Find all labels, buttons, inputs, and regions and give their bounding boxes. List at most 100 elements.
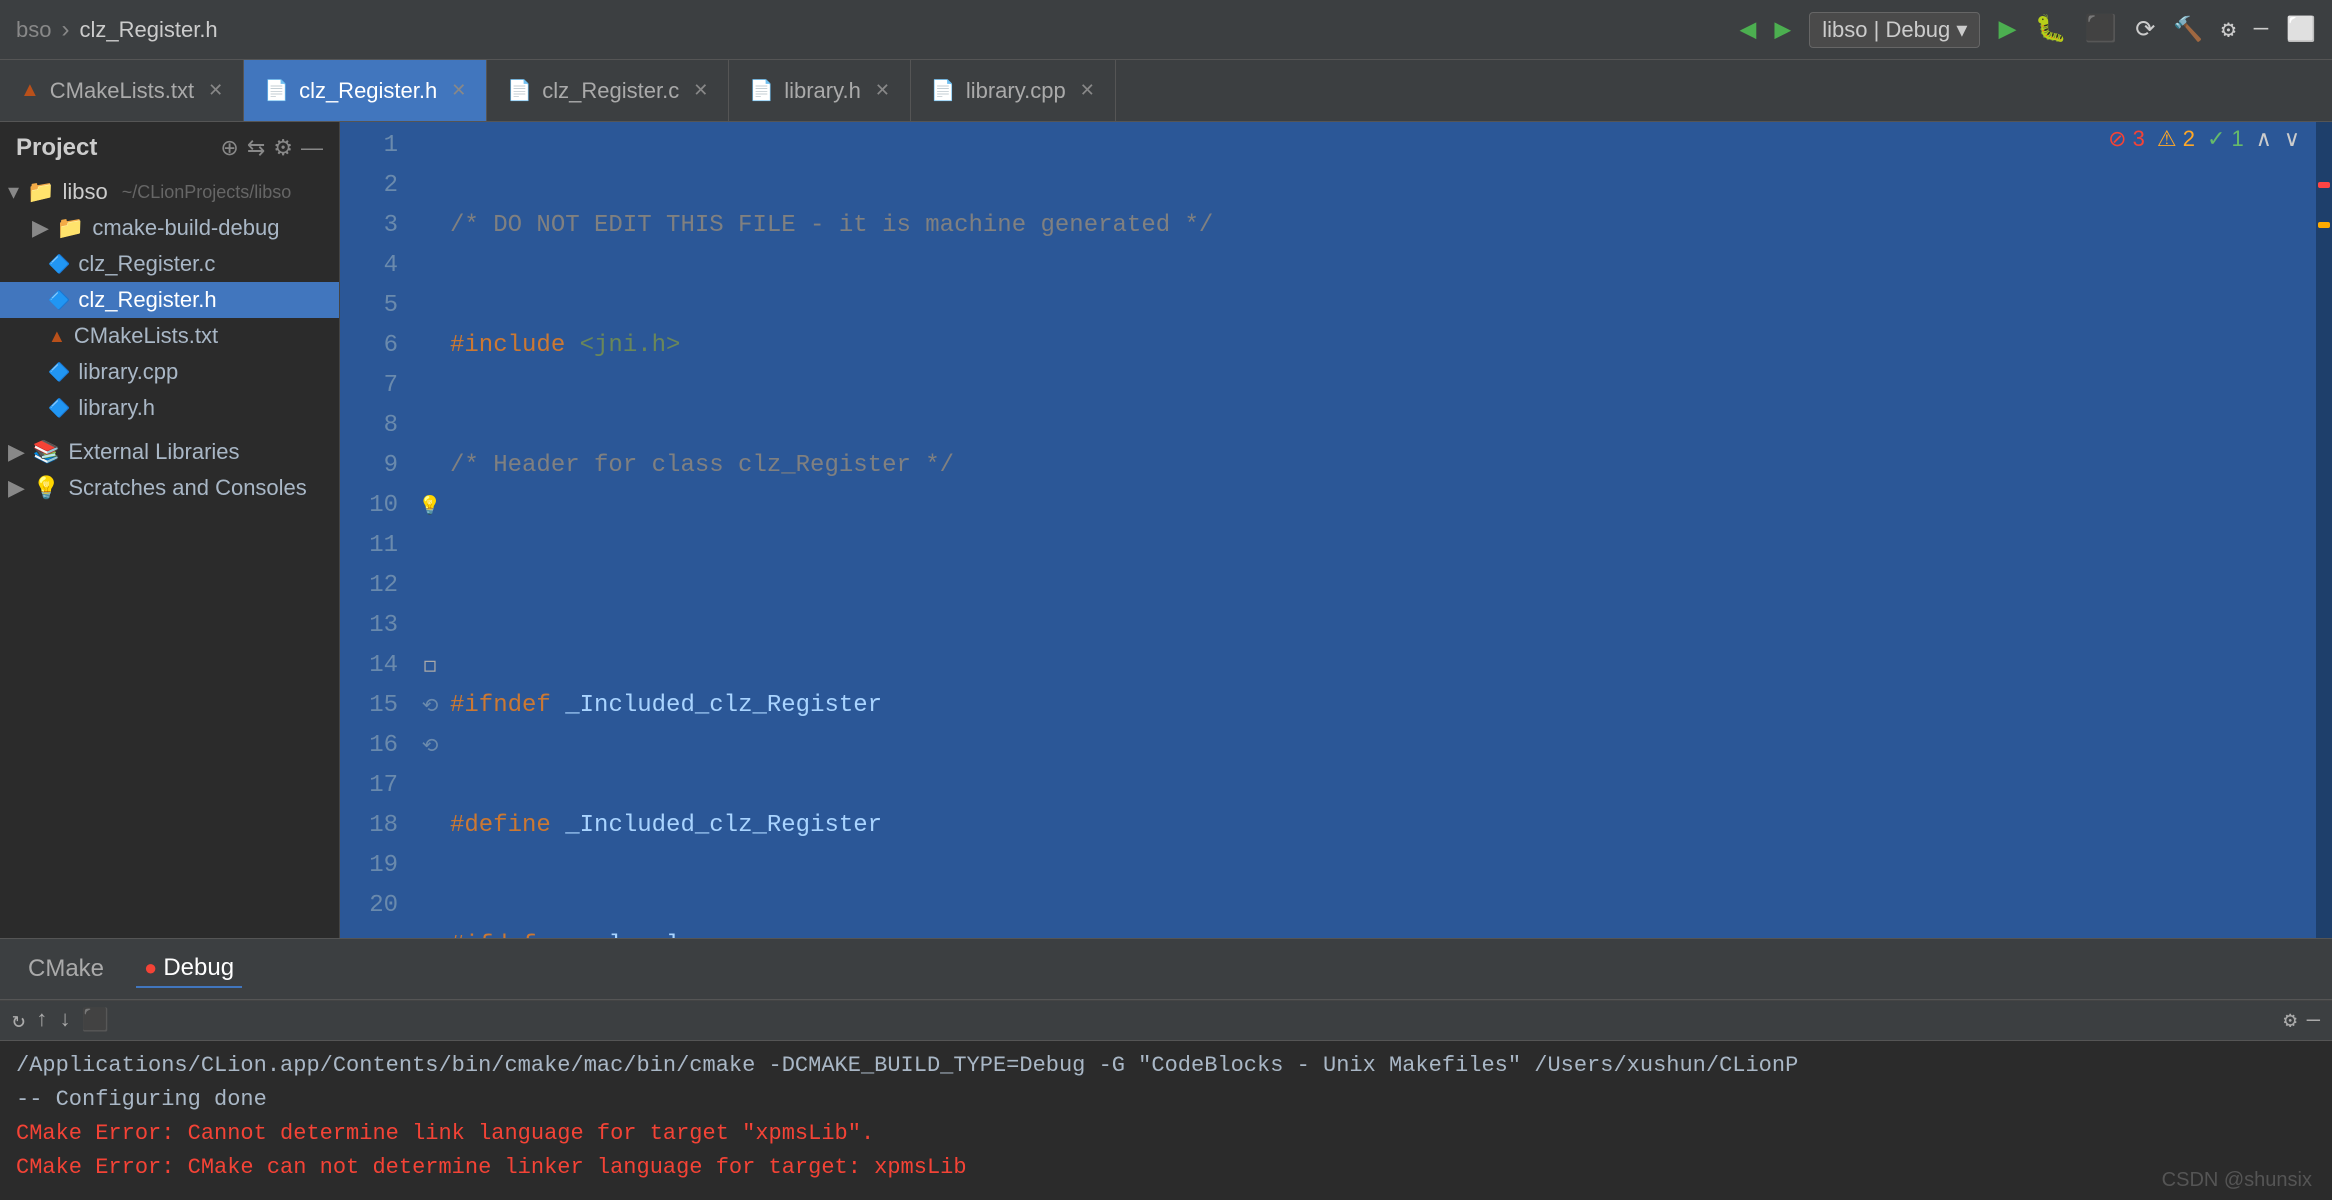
- clz-c-file-icon: 🔷: [48, 254, 70, 275]
- scratches-label: Scratches and Consoles: [68, 475, 306, 501]
- sidebar-header: Project ⊕ ⇆ ⚙ —: [0, 122, 339, 174]
- code-area: 12345 678910 1112131415 1617181920 💡: [340, 122, 2332, 938]
- tree-cmakelists[interactable]: ▲ CMakeLists.txt: [0, 318, 339, 354]
- cmake-tab-close[interactable]: ✕: [208, 80, 223, 101]
- console-line-1: /Applications/CLion.app/Contents/bin/cma…: [16, 1049, 2316, 1083]
- sidebar-title: Project: [16, 134, 97, 162]
- editor[interactable]: ⊘ 3 ⚠ 2 ✓ 1 ∧ ∨ 12345 678910 1112131415 …: [340, 122, 2332, 938]
- line-5: #ifndef _Included_clz_Register: [450, 686, 2332, 726]
- error-bar: ⊘ 3 ⚠ 2 ✓ 1 ∧ ∨: [2096, 122, 2312, 156]
- tree-library-cpp[interactable]: 🔷 library.cpp: [0, 354, 339, 390]
- tab-clz-register-c[interactable]: 📄 clz_Register.c ✕: [487, 60, 729, 121]
- cmake-build-folder-icon: 📁: [57, 215, 84, 241]
- console-up-icon[interactable]: ↑: [35, 1008, 48, 1033]
- tab-library-h[interactable]: 📄 library.h ✕: [729, 60, 911, 121]
- line-2: #include <jni.h>: [450, 326, 2332, 366]
- console-refresh-icon[interactable]: ↻: [12, 1008, 25, 1034]
- line-4: [450, 566, 2332, 606]
- minimize-icon[interactable]: —: [2254, 16, 2268, 43]
- library-h-file-icon: 🔷: [48, 398, 70, 419]
- gutter-lightbulb-10[interactable]: 💡: [410, 486, 450, 526]
- code-content[interactable]: /* DO NOT EDIT THIS FILE - it is machine…: [450, 122, 2332, 938]
- ok-count-badge: ✓ 1: [2207, 126, 2244, 152]
- lib-h-tab-icon: 📄: [749, 78, 774, 103]
- console-stop-icon[interactable]: ⬛: [82, 1008, 109, 1034]
- tab-cmake[interactable]: CMake: [20, 951, 112, 987]
- line-3: /* Header for class clz_Register */: [450, 446, 2332, 486]
- tree-library-h[interactable]: 🔷 library.h: [0, 390, 339, 426]
- build-icon[interactable]: 🔨: [2173, 15, 2203, 45]
- sidebar-hide-icon[interactable]: —: [301, 135, 323, 161]
- gutter-fold-14[interactable]: ◻: [410, 646, 450, 686]
- tab-clz-register-h[interactable]: 📄 clz_Register.h ✕: [244, 60, 487, 121]
- clz-h-tab-close[interactable]: ✕: [451, 80, 466, 101]
- root-name: libso: [62, 179, 107, 205]
- lib-h-tab-label: library.h: [784, 78, 861, 104]
- error-scroll-marker: [2318, 182, 2330, 188]
- console-content: /Applications/CLion.app/Contents/bin/cma…: [0, 1041, 2332, 1200]
- tab-library-cpp[interactable]: 📄 library.cpp ✕: [911, 60, 1116, 121]
- cmake-build-expand-icon: ▶: [32, 215, 49, 241]
- library-h-label: library.h: [78, 395, 155, 421]
- tree-root[interactable]: ▾ 📁 libso ~/CLionProjects/libso: [0, 174, 339, 210]
- top-bar-left: bso › clz_Register.h: [16, 16, 218, 44]
- sidebar-settings-icon[interactable]: ⚙: [273, 135, 293, 161]
- collapse-icon[interactable]: ⇆: [247, 135, 265, 161]
- cmakelists-file-icon: ▲: [48, 326, 66, 347]
- cmake-tab-label: CMakeLists.txt: [50, 78, 194, 104]
- fullscreen-icon[interactable]: ⬜: [2286, 15, 2316, 45]
- sidebar: Project ⊕ ⇆ ⚙ — ▾ 📁 libso ~/CLionProject…: [0, 122, 340, 938]
- clz-c-tab-close[interactable]: ✕: [693, 80, 708, 101]
- gutter-arrow-16: ⟲: [410, 726, 450, 766]
- nav-up-icon[interactable]: ∧: [2256, 126, 2272, 152]
- clz-c-tab-label: clz_Register.c: [542, 78, 679, 104]
- gutter-arrow-15: ⟲: [410, 686, 450, 726]
- nav-back-icon[interactable]: ◀: [1740, 12, 1757, 47]
- nav-down-icon[interactable]: ∨: [2284, 126, 2300, 152]
- console-settings-icon[interactable]: ⚙: [2284, 1008, 2297, 1034]
- lib-cpp-tab-icon: 📄: [931, 78, 956, 103]
- run-coverage-icon[interactable]: ⟳: [2135, 15, 2155, 45]
- run-config-selector[interactable]: libso | Debug ▾: [1809, 12, 1980, 48]
- ext-lib-label: External Libraries: [68, 439, 239, 465]
- warning-scroll-marker: [2318, 222, 2330, 228]
- tree-scratches[interactable]: ▶ 💡 Scratches and Consoles: [0, 470, 339, 506]
- root-folder-icon: 📁: [27, 179, 54, 205]
- bottom-tool-bar: CMake ● Debug: [0, 938, 2332, 1000]
- scroll-indicator[interactable]: [2316, 122, 2332, 938]
- lib-h-tab-close[interactable]: ✕: [875, 80, 890, 101]
- lib-cpp-tab-close[interactable]: ✕: [1080, 80, 1095, 101]
- console-line-4: CMake Error: CMake can not determine lin…: [16, 1151, 2316, 1185]
- sync-icon[interactable]: ⊕: [220, 135, 238, 161]
- root-path: ~/CLionProjects/libso: [122, 182, 292, 203]
- cmake-build-label: cmake-build-debug: [92, 215, 279, 241]
- line-1: /* DO NOT EDIT THIS FILE - it is machine…: [450, 206, 2332, 246]
- cmakelists-label: CMakeLists.txt: [74, 323, 218, 349]
- breadcrumb: bso: [16, 17, 51, 43]
- debug-button[interactable]: 🐛: [2035, 14, 2067, 45]
- scratches-icon: 💡: [33, 475, 60, 501]
- tab-cmakelists[interactable]: ▲ CMakeLists.txt ✕: [0, 60, 244, 121]
- tree-external-libraries[interactable]: ▶ 📚 External Libraries: [0, 434, 339, 470]
- nav-fwd-icon[interactable]: ▶: [1774, 12, 1791, 47]
- library-cpp-label: library.cpp: [78, 359, 178, 385]
- tree-clz-register-c[interactable]: 🔷 clz_Register.c: [0, 246, 339, 282]
- console-down-icon[interactable]: ↓: [58, 1008, 71, 1033]
- clz-h-file-icon: 🔷: [48, 290, 70, 311]
- line-7: #ifdef __cplusplus: [450, 926, 2332, 938]
- console-minimize-icon[interactable]: —: [2307, 1008, 2320, 1033]
- tab-debug[interactable]: ● Debug: [136, 950, 242, 988]
- settings-icon[interactable]: ⚙: [2221, 15, 2235, 45]
- warning-count-badge: ⚠ 2: [2157, 126, 2195, 152]
- play-button[interactable]: ▶: [1998, 11, 2016, 48]
- tab-bar: ▲ CMakeLists.txt ✕ 📄 clz_Register.h ✕ 📄 …: [0, 60, 2332, 122]
- cmake-tab-icon: ▲: [20, 79, 40, 102]
- ext-lib-icon: 📚: [33, 439, 60, 465]
- tree-cmake-build-debug[interactable]: ▶ 📁 cmake-build-debug: [0, 210, 339, 246]
- sidebar-actions: ⊕ ⇆ ⚙ —: [220, 135, 323, 161]
- stop-button[interactable]: ⬛: [2085, 14, 2117, 45]
- top-bar-right: ◀ ▶ libso | Debug ▾ ▶ 🐛 ⬛ ⟳ 🔨 ⚙ — ⬜: [1740, 11, 2316, 48]
- tree-clz-register-h[interactable]: 🔷 clz_Register.h: [0, 282, 339, 318]
- error-count-badge: ⊘ 3: [2108, 126, 2145, 152]
- clz-h-tab-label: clz_Register.h: [299, 78, 437, 104]
